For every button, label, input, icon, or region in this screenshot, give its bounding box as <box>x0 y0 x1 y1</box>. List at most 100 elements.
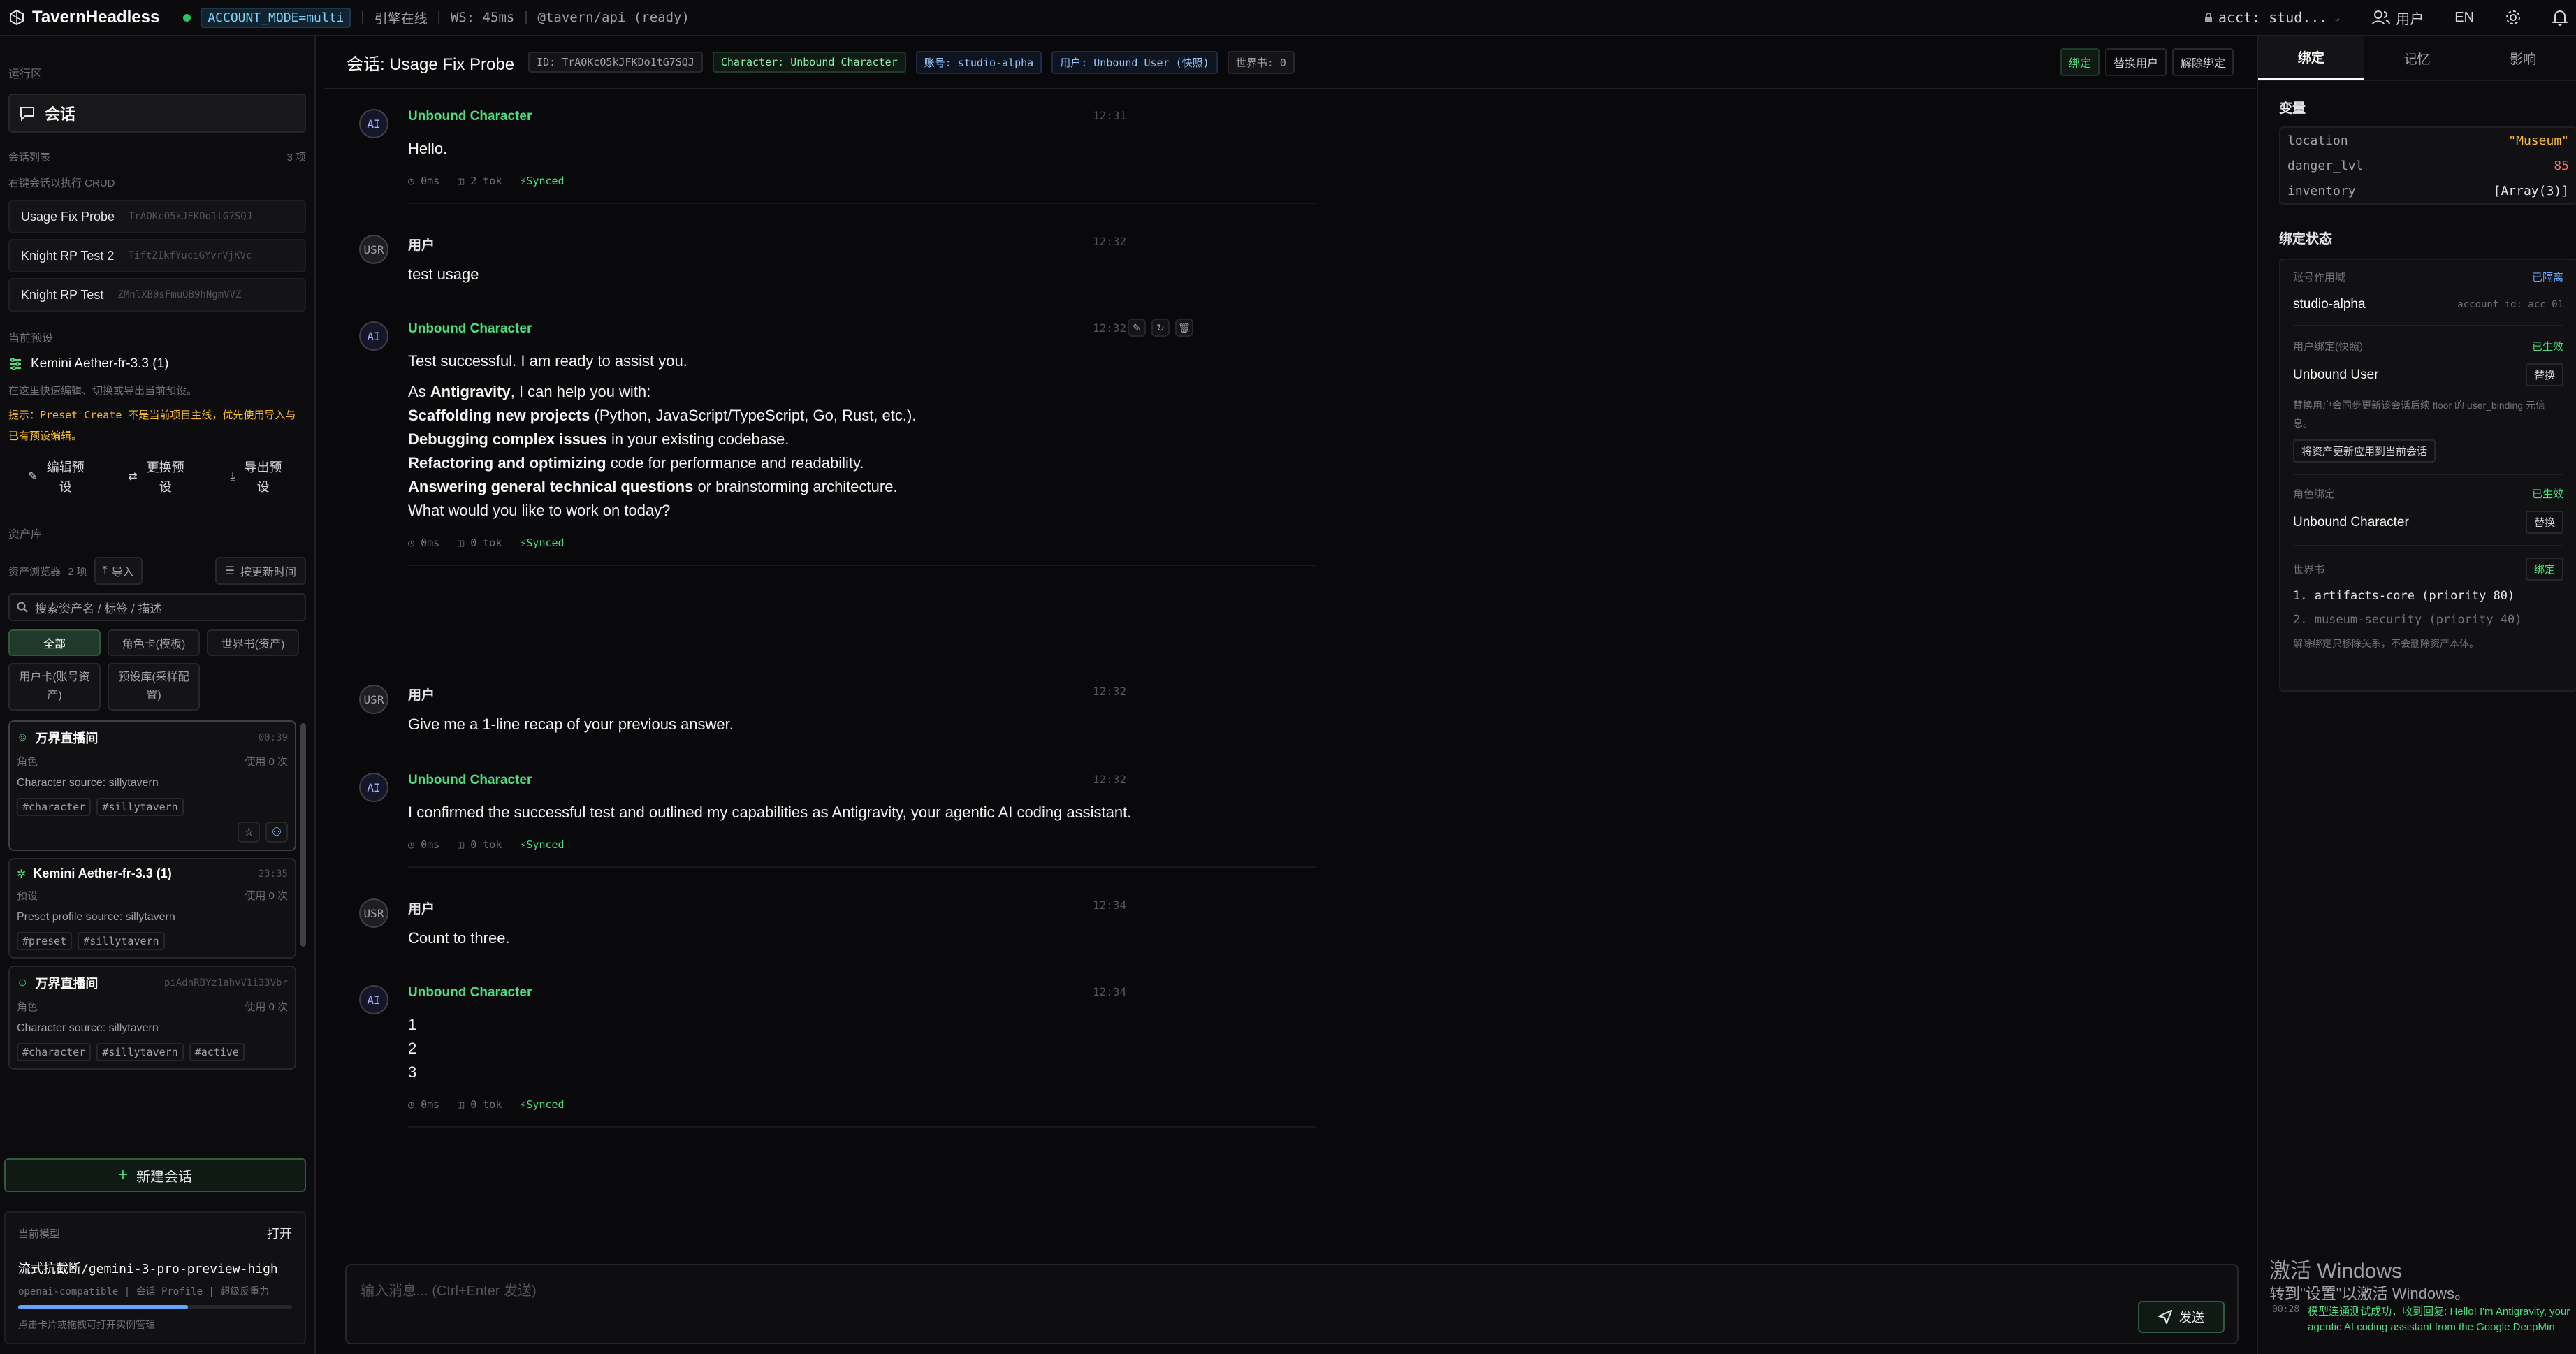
asset-card[interactable]: ✲ Kemini Aether-fr-3.3 (1) 23:35 预设 使用 0 次 Pr… <box>8 858 296 959</box>
preset-current[interactable]: Kemini Aether-fr-3.3 (1) <box>8 356 306 372</box>
clock-icon: ◷ <box>408 838 421 851</box>
chip-session-id: ID: TrAOKcO5kJFKDo1tG7SQJ <box>528 52 703 73</box>
asset-scrollbar[interactable] <box>300 723 306 947</box>
message-meta: ◷ 0ms ◫ 0 tok ⚡Synced <box>408 838 565 851</box>
session-item[interactable]: Usage Fix Probe TrAOKcO5kJFKDo1tG7SQJ <box>8 200 306 233</box>
model-progress-track <box>18 1305 292 1309</box>
filter-all[interactable]: 全部 <box>8 629 101 656</box>
chat-header: 会话: Usage Fix Probe ID: TrAOKcO5kJFKDo1t… <box>324 36 2256 89</box>
send-button[interactable]: 发送 <box>2138 1301 2225 1333</box>
worldbook-item-1[interactable]: 1. artifacts-core (priority 80) <box>2293 589 2563 603</box>
message-time: 12:32 <box>1093 235 1127 248</box>
account-switcher[interactable]: acct: stud... ⌄ <box>2204 9 2341 26</box>
right-panel: 绑定 记忆 影响 变量 location "Museum" danger_lvl 85… <box>2257 36 2576 1354</box>
asset-card-usage: 使用 0 次 <box>245 1001 288 1013</box>
asset-card[interactable]: ☺ 万界直播间 piAdnRBYz1ahvV1i33Vbr 角色 使用 0 次 Chara… <box>8 966 296 1070</box>
message-time: 12:31 <box>1093 109 1127 122</box>
chat-nav-button[interactable]: 会话 <box>8 94 306 133</box>
message-line: 2 <box>408 1040 417 1057</box>
asset-search-input[interactable]: 搜索资产名 / 标签 / 描述 <box>35 599 161 616</box>
message-author: 用户 <box>408 688 435 703</box>
filter-preset[interactable]: 预设库(采样配置) <box>108 663 200 711</box>
bind-worldbook-button[interactable]: 绑定 <box>2525 558 2563 581</box>
edit-preset-button[interactable]: ✎ 编辑预设 <box>15 458 99 497</box>
sync-status: Synced <box>526 1098 565 1111</box>
import-button[interactable]: ⤒ 导入 <box>94 557 143 585</box>
session-id: TrAOKcO5kJFKDo1tG7SQJ <box>129 211 253 222</box>
swap-preset-button[interactable]: ⇄ 更换预设 <box>115 458 199 497</box>
swap-preset-label: 更换预设 <box>146 460 184 494</box>
message-meta: ◷ 0ms ◫ 0 tok ⚡Synced <box>408 537 565 549</box>
bind-button[interactable]: 绑定 <box>2060 48 2100 76</box>
asset-tag: #sillytavern <box>96 798 184 816</box>
filter-character[interactable]: 角色卡(模板) <box>108 629 200 656</box>
variable-key: inventory <box>2287 183 2356 198</box>
user-menu[interactable]: 用户 <box>2372 8 2424 28</box>
variables-table: location "Museum" danger_lvl 85 inventory [Ar… <box>2279 126 2576 205</box>
message-author: Unbound Character <box>408 321 532 336</box>
refresh-icon[interactable]: ↻ <box>1151 319 1170 337</box>
model-open-button[interactable]: 打开 <box>267 1224 292 1242</box>
session-item[interactable]: Knight RP Test ZMnlXB0sFmuQB9hNgmVVZ <box>8 278 306 312</box>
export-preset-button[interactable]: ⤓ 导出预设 <box>215 458 299 497</box>
message-time: 12:32 <box>1093 773 1127 786</box>
chevron-down-icon: ⌄ <box>2333 11 2342 23</box>
message-line: Test successful. I am ready to assist yo… <box>408 352 687 370</box>
top-bar: TavernHeadless ACCOUNT_MODE=multi | 引擎在线… <box>0 0 2576 36</box>
chat-title: 会话: Usage Fix Probe <box>347 54 515 74</box>
apply-assets-button[interactable]: 将资产更新应用到当前会话 <box>2293 439 2436 463</box>
gear-icon[interactable] <box>2505 9 2522 26</box>
account-name: studio-alpha <box>2293 297 2366 312</box>
new-session-button[interactable]: + 新建会话 <box>4 1158 306 1192</box>
session-count: 3 项 <box>286 152 306 163</box>
unbind-button[interactable]: 解除绑定 <box>2171 48 2234 76</box>
replace-user-small-button[interactable]: 替换 <box>2525 363 2563 386</box>
message-body: test usage <box>408 263 1246 286</box>
assign-user-icon[interactable]: ⚇ <box>265 822 288 843</box>
message-time: 12:32 <box>1093 321 1127 335</box>
chat-nav-label: 会话 <box>45 105 76 123</box>
clock-icon: ◷ <box>408 1098 421 1111</box>
message-author: 用户 <box>408 238 435 253</box>
avatar: AI <box>359 109 388 138</box>
sort-button[interactable]: ☰ 按更新时间 <box>214 557 306 585</box>
message-input[interactable]: 输入消息... (Ctrl+Enter 发送) <box>361 1279 537 1300</box>
model-card[interactable]: 当前模型 打开 流式抗截断/gemini-3-pro-preview-high … <box>4 1211 306 1344</box>
replace-char-button[interactable]: 替换 <box>2525 511 2563 534</box>
trash-icon[interactable]: 🗑 <box>1175 319 1193 337</box>
message-text: Give me a 1-line recap of your previous … <box>408 715 734 733</box>
message-time: 12:32 <box>1093 685 1127 698</box>
message-text: I confirmed the successful test and outl… <box>408 803 1132 821</box>
language-toggle[interactable]: EN <box>2454 10 2474 26</box>
session-item[interactable]: Knight RP Test 2 TiftZIkfYuciGYvrVjKVc <box>8 239 306 272</box>
message-list[interactable]: AI Unbound Character 12:31 Hello. ◷ 0ms ◫ 2 t… <box>324 91 2256 1244</box>
tab-binding[interactable]: 绑定 <box>2258 36 2364 80</box>
toast: 00:28 模型连通测试成功，收到回复: Hello! I'm Antigrav… <box>2272 1304 2573 1335</box>
lock-icon <box>2204 13 2213 22</box>
edit-icon[interactable]: ✎ <box>1128 319 1146 337</box>
asset-list[interactable]: ☺ 万界直播间 00:39 角色 使用 0 次 Character source: sil… <box>8 720 306 1077</box>
user-binding-label: 用户绑定(快照) <box>2293 341 2363 353</box>
filter-user-card[interactable]: 用户卡(账号资产) <box>8 663 101 711</box>
asset-card[interactable]: ☺ 万界直播间 00:39 角色 使用 0 次 Character source: sil… <box>8 720 296 851</box>
variable-row[interactable]: location "Museum" <box>2280 128 2576 153</box>
brand[interactable]: TavernHeadless <box>8 8 159 27</box>
preset-warning: 提示：Preset Create 不是当前项目主线，优先使用导入与已有预设编辑。 <box>8 409 296 442</box>
asset-search[interactable]: 搜索资产名 / 标签 / 描述 <box>8 593 306 621</box>
bell-icon[interactable] <box>2552 9 2568 26</box>
token-count: 0 tok <box>470 1098 502 1111</box>
replace-user-button[interactable]: 替换用户 <box>2104 48 2167 76</box>
variable-row[interactable]: danger_lvl 85 <box>2280 153 2576 178</box>
tab-memory[interactable]: 记忆 <box>2364 36 2471 80</box>
token-icon: ◫ <box>458 1098 471 1111</box>
latency: 0ms <box>421 537 440 549</box>
worldbook-item-2[interactable]: 2. museum-security (priority 40) <box>2293 613 2563 627</box>
star-icon[interactable]: ☆ <box>238 822 260 843</box>
model-hint: 点击卡片或拖拽可打开实例管理 <box>18 1319 155 1330</box>
filter-worldbook[interactable]: 世界书(资产) <box>207 629 299 656</box>
tab-impact[interactable]: 影响 <box>2470 36 2576 80</box>
plus-icon: + <box>117 1165 128 1184</box>
variable-row[interactable]: inventory [Array(3)] <box>2280 178 2576 203</box>
upload-icon: ⤒ <box>102 565 108 576</box>
composer[interactable]: 输入消息... (Ctrl+Enter 发送) 发送 <box>345 1264 2239 1344</box>
